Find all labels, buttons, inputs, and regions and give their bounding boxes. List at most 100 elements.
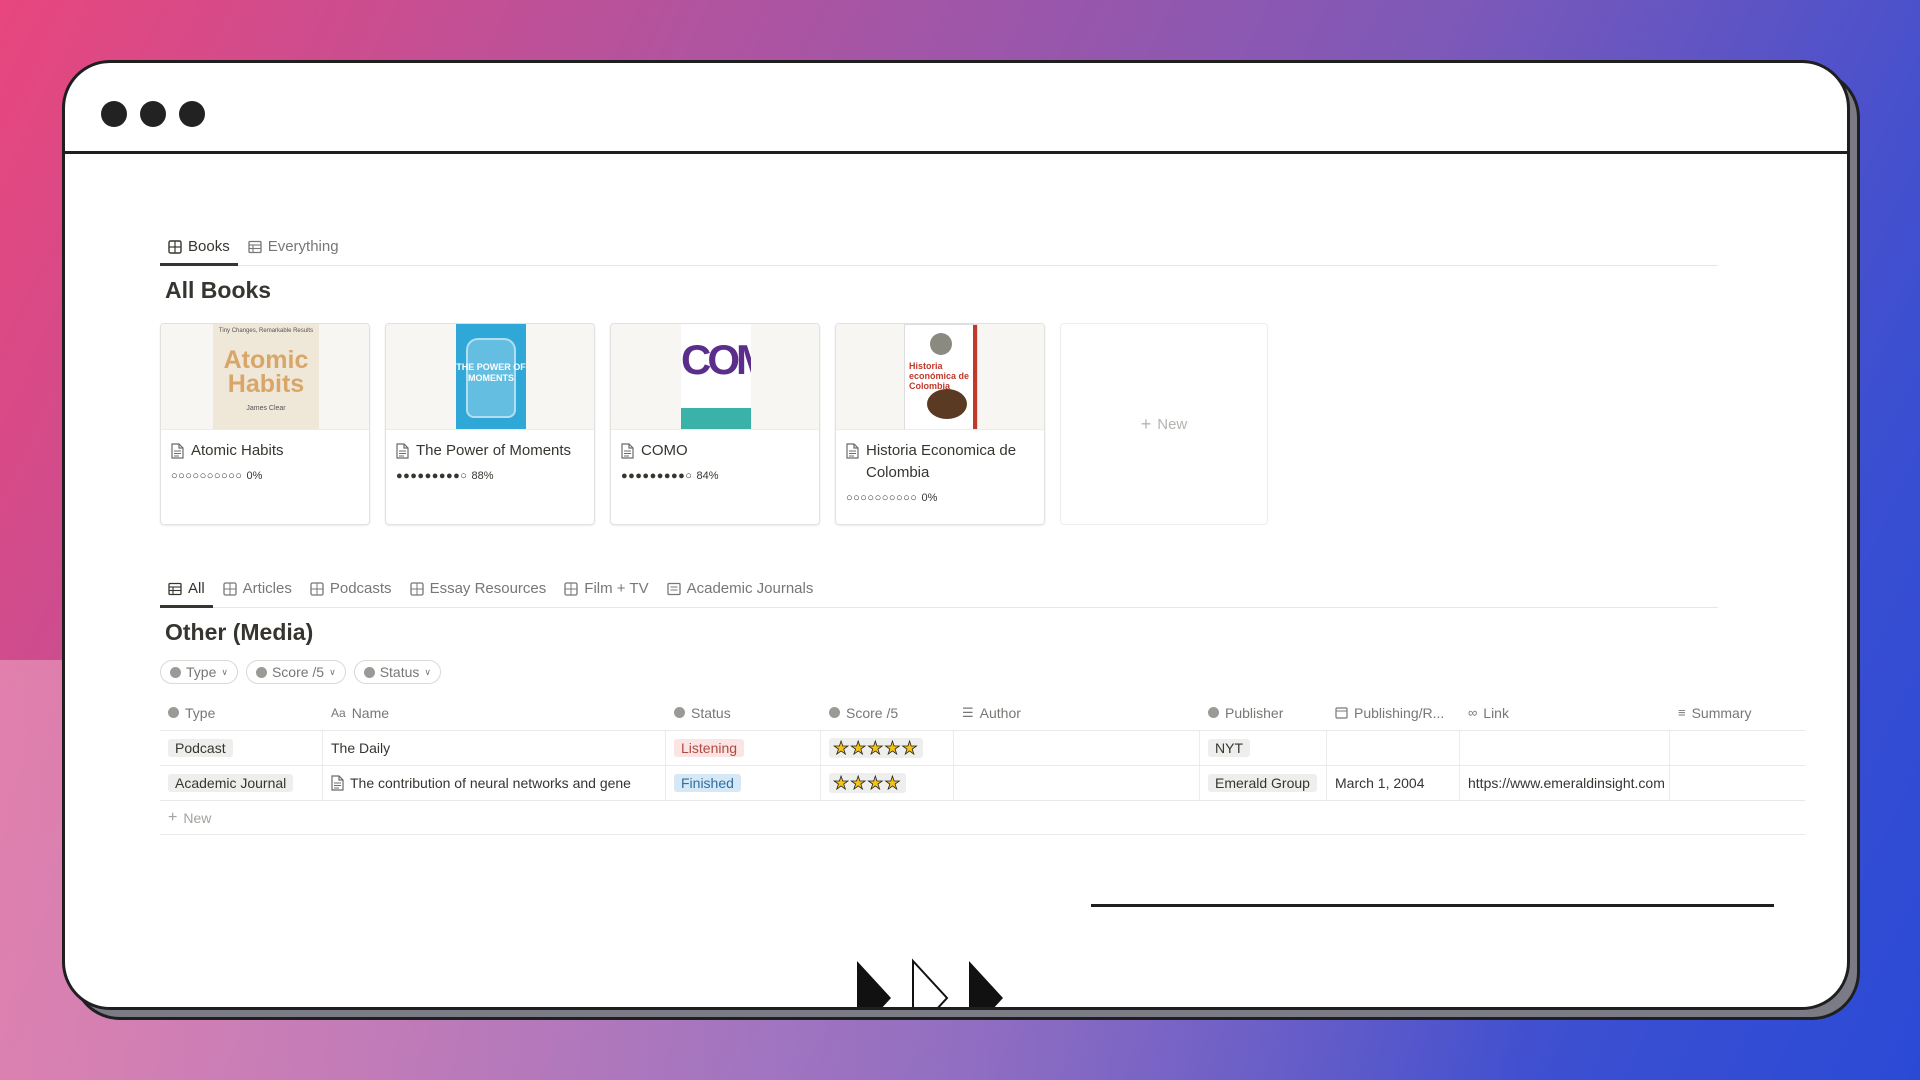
type-tag[interactable]: Podcast [168, 739, 233, 757]
tab-film-tv[interactable]: Film + TV [556, 580, 656, 607]
link-cell[interactable] [1460, 731, 1670, 765]
tab-podcasts[interactable]: Podcasts [302, 580, 400, 607]
date-cell[interactable] [1327, 731, 1460, 765]
column-header-date[interactable]: Publishing/R... [1327, 695, 1460, 730]
star-rating[interactable]: ★★★★ [829, 773, 906, 793]
table-row[interactable]: Podcast The Daily Listening ★★★★★ NYT [160, 731, 1805, 766]
publisher-tag[interactable]: Emerald Group [1208, 774, 1317, 792]
filter-score[interactable]: Score /5 ∨ [245, 660, 346, 684]
add-row-button[interactable]: + New [160, 801, 1805, 835]
cover-author: James Clear [246, 405, 286, 412]
progress-dots: ○○○○○○○○○○ [846, 492, 918, 504]
browser-window: Books Everything All Books Tiny Changes,… [62, 60, 1850, 1010]
score-cell: ★★★★★ [821, 731, 954, 765]
text-lines-icon: ≡ [1678, 705, 1686, 720]
author-cell[interactable] [954, 766, 1200, 800]
tab-label: All [188, 580, 205, 597]
status-badge[interactable]: Finished [674, 774, 741, 792]
new-book-button[interactable]: + New [1060, 323, 1268, 525]
column-label: Status [691, 704, 731, 721]
column-label: Link [1483, 704, 1509, 721]
column-header-publisher[interactable]: Publisher [1200, 695, 1327, 730]
link-icon: ∞ [1468, 705, 1478, 720]
card-title: Historia Economica de Colombia [866, 442, 1017, 481]
tab-all[interactable]: All [160, 580, 213, 608]
star-rating[interactable]: ★★★★★ [829, 738, 923, 758]
cover-title: COMO [681, 336, 751, 383]
books-section-title: All Books [165, 277, 272, 303]
historia-cover: Historia económica de Colombia [904, 324, 978, 429]
card-title: The Power of Moments [416, 442, 572, 459]
chevron-down-icon: ∨ [424, 666, 431, 677]
media-view-tabs: All Articles Podcasts Essay Resources Fi… [160, 570, 1718, 608]
tab-academic-journals[interactable]: Academic Journals [659, 580, 822, 607]
table-row[interactable]: Academic Journal The contribution of neu… [160, 766, 1805, 801]
seal-illustration [930, 333, 952, 355]
column-header-author[interactable]: ☰ Author [954, 695, 1200, 730]
type-tag[interactable]: Academic Journal [168, 774, 294, 792]
score-cell: ★★★★ [821, 766, 954, 800]
column-label: Author [979, 704, 1021, 721]
date-cell[interactable]: March 1, 2004 [1327, 766, 1460, 800]
column-header-summary[interactable]: ≡ Summary [1670, 695, 1805, 730]
filter-label: Status [379, 664, 420, 680]
select-icon [168, 707, 179, 718]
row-date: March 1, 2004 [1335, 775, 1425, 791]
summary-cell[interactable] [1670, 766, 1805, 800]
tab-label: Articles [242, 580, 292, 597]
tab-essay-resources[interactable]: Essay Resources [402, 580, 555, 607]
window-dot-1[interactable] [101, 101, 127, 127]
column-header-link[interactable]: ∞ Link [1460, 695, 1670, 730]
publisher-cell: Emerald Group [1200, 766, 1327, 800]
cover-title: THE POWER OF MOMENTS [456, 362, 526, 383]
page-content: Books Everything All Books Tiny Changes,… [65, 157, 1847, 1007]
tab-books[interactable]: Books [160, 238, 238, 266]
author-cell[interactable] [954, 731, 1200, 765]
column-header-name[interactable]: Aa Name [323, 695, 666, 730]
column-label: Publisher [1225, 704, 1284, 721]
column-header-type[interactable]: Type [160, 695, 323, 730]
window-dot-3[interactable] [179, 101, 205, 127]
type-cell: Academic Journal [160, 766, 323, 800]
name-cell[interactable]: The Daily [323, 731, 666, 765]
select-icon [170, 666, 181, 678]
book-card-como[interactable]: COMO COMO ●●●●●●●●●○ 84% [610, 323, 820, 525]
table-icon [168, 582, 182, 595]
cover-strip [973, 325, 977, 429]
progress-indicator: ●●●●●●●●●○ 84% [621, 470, 809, 482]
book-card-power-of-moments[interactable]: THE POWER OF MOMENTS The Power of Moment… [385, 323, 595, 525]
status-cell: Listening [666, 731, 821, 765]
name-cell[interactable]: The contribution of neural networks and … [323, 766, 666, 800]
row-name[interactable]: The Daily [331, 740, 390, 756]
type-cell: Podcast [160, 731, 323, 765]
filter-status[interactable]: Status ∨ [353, 660, 441, 684]
tab-label: Books [188, 238, 230, 255]
link-cell[interactable]: https://www.emeraldinsight.com [1460, 766, 1670, 800]
filter-label: Type [186, 664, 217, 680]
book-card-historia[interactable]: Historia económica de Colombia Historia … [835, 323, 1045, 525]
filter-bar: Type ∨ Score /5 ∨ Status ∨ [160, 660, 441, 684]
column-header-score[interactable]: Score /5 [821, 695, 954, 730]
select-icon [363, 666, 375, 678]
book-card-atomic-habits[interactable]: Tiny Changes, Remarkable Results Atomic … [160, 323, 370, 525]
progress-indicator: ○○○○○○○○○○ 0% [846, 492, 1034, 504]
column-label: Score /5 [846, 704, 899, 721]
column-label: Publishing/R... [1354, 704, 1445, 721]
window-dot-2[interactable] [140, 101, 166, 127]
filter-type[interactable]: Type ∨ [160, 660, 238, 684]
publisher-tag[interactable]: NYT [1208, 739, 1250, 757]
column-label: Name [351, 704, 390, 721]
progress-percent: 88% [471, 470, 494, 482]
progress-percent: 0% [921, 492, 938, 504]
status-cell: Finished [666, 766, 821, 800]
summary-cell[interactable] [1670, 731, 1805, 765]
progress-indicator: ●●●●●●●●●○ 88% [396, 470, 584, 482]
column-header-status[interactable]: Status [666, 695, 821, 730]
tab-articles[interactable]: Articles [215, 580, 300, 607]
status-badge[interactable]: Listening [674, 739, 745, 757]
calendar-icon [1335, 707, 1348, 719]
tab-everything[interactable]: Everything [240, 238, 347, 265]
progress-dots: ●●●●●●●●●○ [621, 470, 693, 482]
row-name[interactable]: The contribution of neural networks and … [350, 775, 631, 791]
progress-dots: ●●●●●●●●●○ [396, 470, 468, 482]
